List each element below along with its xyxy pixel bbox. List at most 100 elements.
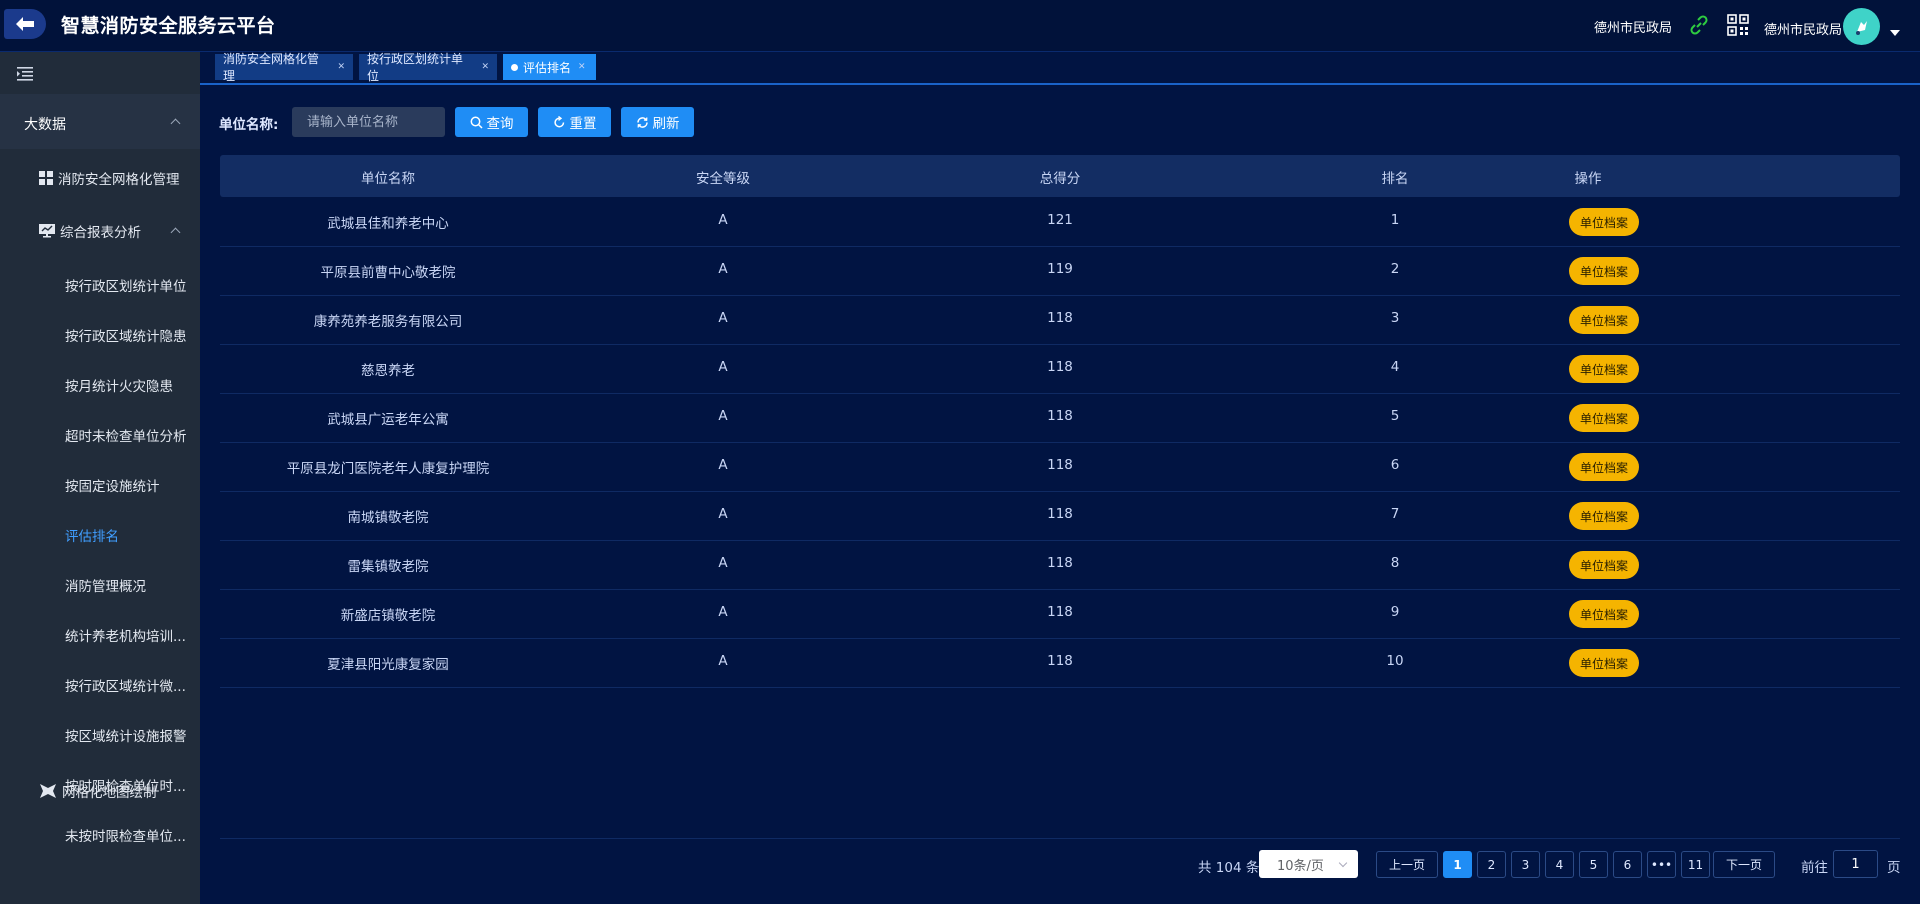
table-row: 武城县佳和养老中心 A 121 1 单位档案 xyxy=(220,197,1900,247)
header-username[interactable]: 德州市民政局 xyxy=(1764,19,1842,38)
sidebar-subitem-label: 按固定设施统计 xyxy=(65,479,160,495)
unit-archive-button[interactable]: 单位档案 xyxy=(1569,355,1639,383)
sidebar-group-bigdata[interactable]: 大数据 xyxy=(0,94,200,149)
page-size-select[interactable]: 10条/页 xyxy=(1259,850,1358,878)
unit-archive-button[interactable]: 单位档案 xyxy=(1569,502,1639,530)
jump-page-input[interactable]: 1 xyxy=(1833,850,1878,878)
sidebar-subitem-label: 按行政区域统计微... xyxy=(65,679,186,695)
sidebar-subitem-label: 按区域统计设施报警 xyxy=(65,729,187,745)
column-header-score[interactable]: 总得分 xyxy=(1040,167,1081,187)
sidebar-subitem[interactable]: 按固定设施统计 xyxy=(0,464,200,504)
chevron-up-icon xyxy=(170,227,181,238)
table-row: 平原县前曹中心敬老院 A 119 2 单位档案 xyxy=(220,246,1900,296)
cell-name: 武城县广运老年公寓 xyxy=(327,412,449,428)
cell-rank: 6 xyxy=(1390,457,1400,473)
sidebar-subitem[interactable]: 消防管理概况 xyxy=(0,564,200,604)
cell-rank: 2 xyxy=(1390,261,1400,277)
refresh-button[interactable]: 刷新 xyxy=(621,107,694,137)
header-org[interactable]: 德州市民政局 xyxy=(1594,17,1672,36)
unit-archive-button[interactable]: 单位档案 xyxy=(1569,404,1639,432)
unit-archive-button[interactable]: 单位档案 xyxy=(1569,649,1639,677)
cell-name: 慈恩养老 xyxy=(361,363,415,379)
cell-score: 118 xyxy=(1047,506,1073,522)
cell-score: 118 xyxy=(1047,310,1073,326)
cell-score: 121 xyxy=(1047,212,1073,228)
unit-archive-button[interactable]: 单位档案 xyxy=(1569,453,1639,481)
table-row: 武城县广运老年公寓 A 118 5 单位档案 xyxy=(220,393,1900,443)
sidebar-subitem[interactable]: 按月统计火灾隐患 xyxy=(0,364,200,404)
page-ellipsis[interactable]: ••• xyxy=(1647,851,1676,878)
link-icon[interactable] xyxy=(1688,14,1710,40)
close-icon[interactable]: ✕ xyxy=(578,62,586,72)
cell-level: A xyxy=(718,604,728,620)
page-number-button[interactable]: 3 xyxy=(1511,851,1540,878)
tab-label: 评估排名 xyxy=(523,60,572,75)
unit-archive-button[interactable]: 单位档案 xyxy=(1569,600,1639,628)
table-bottom-border xyxy=(220,838,1900,839)
user-menu-chevron-down-icon[interactable] xyxy=(1890,30,1900,36)
sidebar-subitem[interactable]: 按行政区域统计隐患 xyxy=(0,314,200,354)
sidebar-item-map-drawing[interactable]: 网格化地图绘制 xyxy=(0,771,200,811)
sidebar-subitem[interactable]: 统计养老机构培训... xyxy=(0,614,200,654)
column-header-level[interactable]: 安全等级 xyxy=(696,167,750,187)
column-header-rank[interactable]: 排名 xyxy=(1382,167,1409,187)
unit-archive-button[interactable]: 单位档案 xyxy=(1569,551,1639,579)
sidebar-subitem-label: 消防管理概况 xyxy=(65,579,146,595)
tab-grid-management[interactable]: 消防安全网格化管理 ✕ xyxy=(215,52,353,83)
sidebar-subitem[interactable]: 按区域统计设施报警 xyxy=(0,714,200,754)
tab-evaluation-rank[interactable]: 评估排名 ✕ xyxy=(503,54,596,80)
column-header-action: 操作 xyxy=(1574,171,1602,187)
sidebar-item-label: 综合报表分析 xyxy=(60,225,141,241)
menu-collapse-icon[interactable] xyxy=(16,66,34,86)
sidebar-subitem[interactable]: 超时未检查单位分析 xyxy=(0,414,200,454)
page-number-button[interactable]: 1 xyxy=(1443,851,1472,878)
page-number-button[interactable]: 5 xyxy=(1579,851,1608,878)
cell-rank: 3 xyxy=(1390,310,1400,326)
cell-name: 新盛店镇敬老院 xyxy=(340,608,436,624)
sidebar-subitem[interactable]: 按行政区划统计单位 xyxy=(0,264,200,304)
next-page-button[interactable]: 下一页 xyxy=(1713,851,1775,878)
page-number-button[interactable]: 2 xyxy=(1477,851,1506,878)
sidebar-item-report-analysis[interactable]: 综合报表分析 xyxy=(0,211,200,251)
cell-rank: 4 xyxy=(1390,359,1400,375)
unit-name-label: 单位名称: xyxy=(219,117,279,133)
page-number-button[interactable]: 11 xyxy=(1681,851,1710,878)
reset-button[interactable]: 重置 xyxy=(538,107,611,137)
unit-name-input[interactable] xyxy=(292,107,445,137)
page-number-button[interactable]: 4 xyxy=(1545,851,1574,878)
search-icon xyxy=(470,116,483,129)
avatar[interactable] xyxy=(1843,8,1880,45)
sidebar-group-label: 大数据 xyxy=(24,117,66,133)
cell-name: 武城县佳和养老中心 xyxy=(327,216,449,232)
back-button[interactable] xyxy=(4,9,46,39)
cell-score: 118 xyxy=(1047,408,1073,424)
page-number-button[interactable]: 6 xyxy=(1613,851,1642,878)
cell-level: A xyxy=(718,212,728,228)
tab-stat-by-region[interactable]: 按行政区划统计单位 ✕ xyxy=(359,52,497,83)
sidebar-subitem-label: 超时未检查单位分析 xyxy=(65,429,187,445)
unit-archive-button[interactable]: 单位档案 xyxy=(1569,306,1639,334)
column-header-name[interactable]: 单位名称 xyxy=(361,167,415,187)
cell-name: 南城镇敬老院 xyxy=(347,510,429,526)
table-row: 平原县龙门医院老年人康复护理院 A 118 6 单位档案 xyxy=(220,442,1900,492)
table-header: 单位名称 安全等级 总得分 排名 操作 xyxy=(220,155,1900,197)
unit-archive-button[interactable]: 单位档案 xyxy=(1569,257,1639,285)
qrcode-icon[interactable] xyxy=(1727,14,1749,40)
prev-page-button[interactable]: 上一页 xyxy=(1376,851,1438,878)
sidebar-subitem-label: 统计养老机构培训... xyxy=(65,629,186,645)
cell-level: A xyxy=(718,653,728,669)
sidebar-item-grid-management[interactable]: 消防安全网格化管理 xyxy=(0,158,200,198)
close-icon[interactable]: ✕ xyxy=(337,62,345,72)
chevron-up-icon xyxy=(170,118,181,129)
cell-score: 118 xyxy=(1047,653,1073,669)
close-icon[interactable]: ✕ xyxy=(481,62,489,72)
unit-archive-button[interactable]: 单位档案 xyxy=(1569,208,1639,236)
cell-level: A xyxy=(718,359,728,375)
sidebar-subitem[interactable]: 评估排名 xyxy=(0,514,200,554)
query-button[interactable]: 查询 xyxy=(455,107,528,137)
sidebar-subitem[interactable]: 按行政区域统计微... xyxy=(0,664,200,704)
cell-rank: 7 xyxy=(1390,506,1400,522)
sidebar-item-label: 网格化地图绘制 xyxy=(62,785,157,801)
sidebar-subitem[interactable]: 未按时限检查单位... xyxy=(0,814,200,854)
table-row: 夏津县阳光康复家园 A 118 10 单位档案 xyxy=(220,638,1900,688)
